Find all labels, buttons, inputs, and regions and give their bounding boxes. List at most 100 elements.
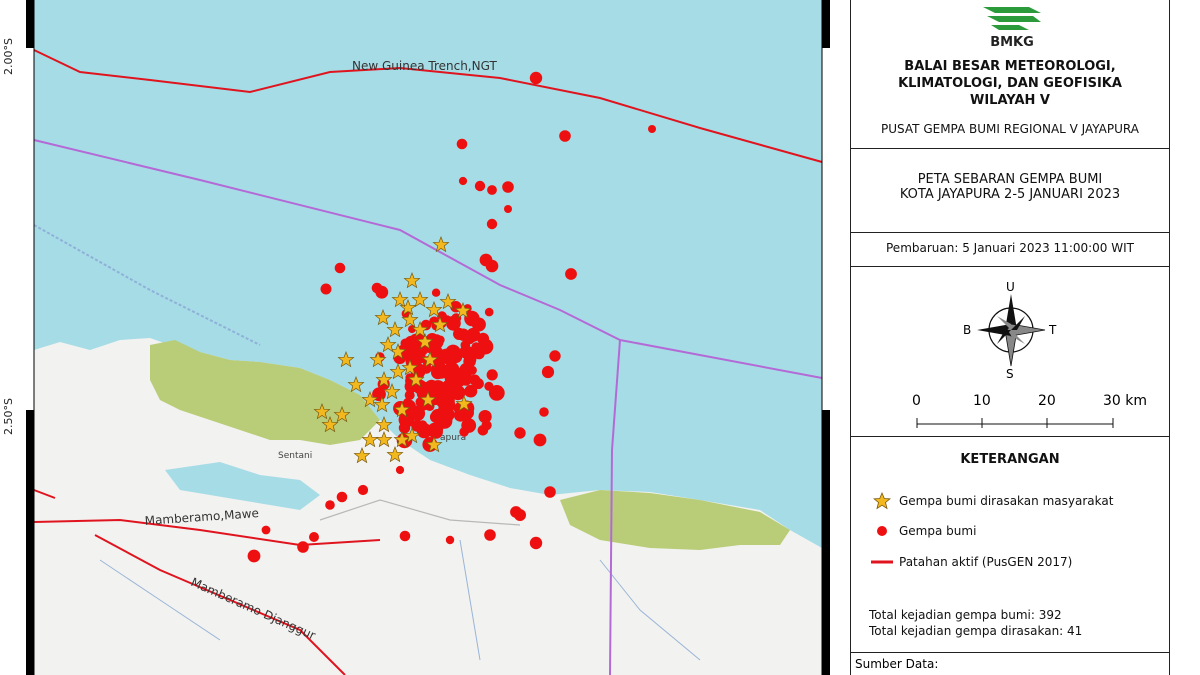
legend-label-felt: Gempa bumi dirasakan masyarakat [899,494,1114,508]
quake-marker [469,374,481,386]
legend-item-felt: Gempa bumi dirasakan masyarakat [871,492,1113,510]
frame-bar [26,0,34,48]
quake-marker [486,369,498,381]
earthquake-map[interactable]: New Guinea Trench,NGT Mamberamo,Mawe Mam… [0,0,840,675]
quake-marker [357,484,369,496]
quake-marker [427,422,443,439]
legend-label-quake: Gempa bumi [899,524,977,538]
quake-marker [502,181,514,193]
org-line-3: WILAYAH V [970,93,1050,108]
quake-marker [320,283,332,295]
frame-bar [822,410,830,675]
scale-bar-line [916,418,1114,428]
scale-tick-30: 30 km [1103,393,1148,409]
quake-marker [565,268,577,280]
org-subtitle: PUSAT GEMPA BUMI REGIONAL V JAYAPURA [881,122,1139,136]
star-icon [873,492,891,510]
quake-marker [549,350,561,362]
quake-marker [541,365,555,379]
red-dot-icon [877,526,887,536]
scale-tick-20: 20 [1038,393,1056,409]
quake-marker [460,340,471,350]
quake-marker [484,307,494,317]
update-text: Pembaruan: 5 Januari 2023 11:00:00 WIT [886,241,1134,255]
source-label: Sumber Data: [855,657,939,671]
map-title-section: PETA SEBARAN GEMPA BUMI KOTA JAYAPURA 2-… [851,148,1169,233]
quake-marker [395,465,405,475]
quake-marker [399,530,411,542]
quake-marker [445,535,455,545]
quake-marker [474,180,486,192]
quake-marker [533,433,547,447]
quake-marker [459,427,469,437]
quake-marker [544,486,556,498]
lat-label-2-00: 2.00°S [2,38,15,75]
quake-marker [559,130,571,142]
bmkg-logo: BMKG [979,3,1045,50]
quake-marker [442,367,456,380]
quake-marker [247,549,261,563]
org-line-2: KLIMATOLOGI, DAN GEOFISIKA [898,76,1122,91]
quake-marker [486,218,498,230]
legend-item-quake: Gempa bumi [871,524,976,538]
stat-total-felt: Total kejadian gempa dirasakan: 41 [869,624,1083,638]
town-label-sentani: Sentani [278,451,312,461]
quake-marker [325,500,335,510]
quake-marker [431,365,445,380]
quake-marker [473,347,485,360]
quake-marker [371,282,383,294]
quake-marker [529,536,543,550]
frame-bar [26,410,34,675]
org-header: BMKG BALAI BESAR METEOROLOGI, KLIMATOLOG… [851,0,1169,149]
quake-marker [504,205,512,213]
scale-tick-0: 0 [912,393,921,409]
compass-west: B [963,323,972,337]
quake-marker [431,288,441,297]
quake-marker [309,532,319,542]
stat-total-quakes: Total kejadian gempa bumi: 392 [869,608,1062,622]
quake-marker [485,259,499,273]
quake-marker [403,349,414,360]
quake-marker [477,425,489,436]
map-title-line-2: KOTA JAYAPURA 2-5 JANUARI 2023 [899,187,1121,202]
quake-marker [456,138,468,150]
compass-east: T [1049,323,1057,337]
quake-marker [261,525,271,535]
quake-marker [514,427,526,439]
quake-marker [436,407,445,417]
fault-line-icon [871,560,893,564]
quake-marker [478,410,492,424]
quake-marker [336,491,348,503]
quake-marker [514,509,526,521]
scale-tick-10: 10 [973,393,991,409]
quake-marker [458,176,468,186]
quake-marker [484,381,494,391]
logo-text: BMKG [990,35,1034,50]
update-section: Pembaruan: 5 Januari 2023 11:00:00 WIT [851,232,1169,267]
quake-marker [334,262,346,274]
quake-marker [484,529,496,541]
lat-label-2-50: 2.50°S [2,398,15,435]
map-title-line-1: PETA SEBARAN GEMPA BUMI [917,172,1103,187]
quake-marker [464,384,478,398]
trench-label: New Guinea Trench,NGT [352,59,497,73]
quake-marker [648,125,656,133]
quake-marker [418,420,428,430]
legend-item-fault: Patahan aktif (PusGEN 2017) [871,555,1072,569]
bmkg-logo-icon [983,7,1041,30]
compass-south: S [1006,367,1014,381]
quake-marker [446,315,461,331]
legend-panel: BMKG BALAI BESAR METEOROLOGI, KLIMATOLOG… [850,0,1170,675]
quake-marker [539,407,549,417]
quake-marker [297,541,309,553]
legend-section: KETERANGAN Gempa bumi dirasakan masyarak… [851,436,1169,675]
quake-marker [529,71,543,85]
org-name: BALAI BESAR METEOROLOGI, KLIMATOLOGI, DA… [851,58,1169,109]
quake-marker [487,185,497,195]
quake-marker [444,395,455,407]
legend-label-fault: Patahan aktif (PusGEN 2017) [899,555,1073,569]
map-frame[interactable]: New Guinea Trench,NGT Mamberamo,Mawe Mam… [0,0,840,675]
legend-heading: KETERANGAN [960,452,1060,467]
frame-bar [822,0,830,48]
org-line-1: BALAI BESAR METEOROLOGI, [904,59,1116,74]
